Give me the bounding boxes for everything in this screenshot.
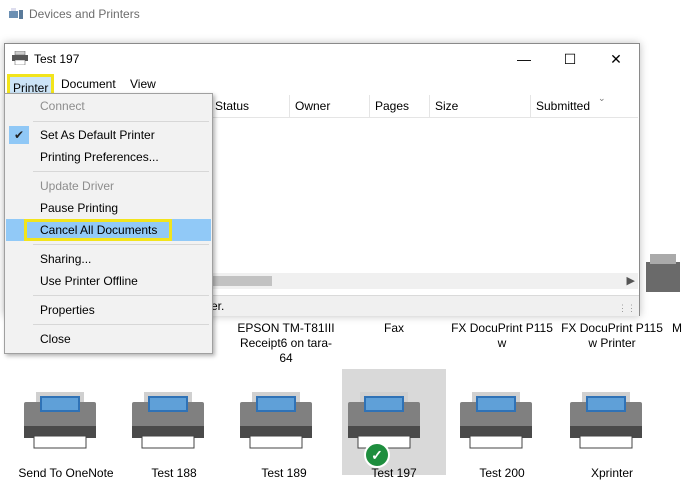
menu-item-pause-printing[interactable]: Pause Printing (6, 197, 211, 219)
menu-item-sharing[interactable]: Sharing... (6, 248, 211, 270)
menu-item-connect: Connect (40, 99, 85, 113)
device-fx-docuprint[interactable]: FX DocuPrint P115 w (450, 321, 554, 351)
menu-separator (33, 244, 209, 245)
printer-menu-dropdown: Connect ✔ Set As Default Printer Printin… (4, 93, 213, 354)
queue-titlebar[interactable]: Test 197 — ☐ ✕ (5, 44, 639, 74)
device-xprinter[interactable]: Xprinter (560, 466, 664, 481)
printer-icon (240, 392, 312, 449)
device-test-197[interactable]: Test 197 (342, 466, 446, 481)
column-size[interactable]: Size (430, 95, 531, 117)
printer-icon (12, 51, 28, 65)
menu-view[interactable]: View (124, 76, 162, 92)
menu-item-properties[interactable]: Properties (6, 299, 211, 321)
menu-item-cancel-all-documents[interactable]: Cancel All Documents (6, 219, 211, 241)
device-fx-docuprint-printer[interactable]: FX DocuPrint P115 w Printer (560, 321, 664, 351)
menu-separator (33, 324, 209, 325)
scrollbar-thumb[interactable] (210, 276, 272, 286)
menu-separator (33, 171, 209, 172)
menu-item-set-default[interactable]: ✔ Set As Default Printer (6, 124, 211, 146)
default-printer-check-icon: ✓ (364, 442, 390, 468)
device-fax[interactable]: Fax (342, 321, 446, 336)
menu-item-update-driver: Update Driver (40, 179, 115, 193)
resize-grip-icon[interactable]: ⋮⋮ (618, 303, 636, 314)
devices-printers-title: Devices and Printers (29, 7, 140, 21)
devices-printers-titlebar: Devices and Printers (0, 0, 684, 28)
column-pages[interactable]: Pages (370, 95, 430, 117)
devices-printers-icon (9, 8, 23, 19)
sort-chevron-icon: ⌄ (598, 93, 606, 103)
device-send-to-onenote[interactable]: Send To OneNote (14, 466, 118, 481)
queue-menubar: Printer Document View (5, 74, 639, 96)
close-button[interactable]: ✕ (593, 44, 639, 74)
scroll-right-arrow-icon[interactable]: ▶ (627, 273, 635, 289)
maximize-button[interactable]: ☐ (547, 44, 593, 74)
menu-item-use-offline[interactable]: Use Printer Offline (6, 270, 211, 292)
minimize-button[interactable]: — (501, 44, 547, 74)
queue-title: Test 197 (34, 52, 80, 66)
device-m[interactable]: M (672, 321, 684, 336)
device-test-188[interactable]: Test 188 (122, 466, 226, 481)
menu-separator (33, 121, 209, 122)
device-epson-tm[interactable]: EPSON TM-T81III Receipt6 on tara-64 (234, 321, 338, 366)
device-test-189[interactable]: Test 189 (232, 466, 336, 481)
column-owner[interactable]: Owner (290, 95, 370, 117)
printer-icon (570, 392, 642, 449)
printer-icon (132, 392, 204, 449)
column-status[interactable]: Status (210, 95, 290, 117)
queue-column-header: Status Owner Pages Size Submitted ⌄ (210, 93, 638, 118)
column-submitted[interactable]: Submitted (531, 95, 638, 117)
printer-icon (646, 254, 680, 292)
printer-icon (348, 392, 420, 449)
printer-icon (460, 392, 532, 449)
printer-icon (24, 392, 96, 449)
device-test-200[interactable]: Test 200 (450, 466, 554, 481)
menu-document[interactable]: Document (55, 76, 122, 92)
horizontal-scrollbar[interactable]: ▶ (210, 273, 638, 289)
menu-item-close[interactable]: Close (6, 328, 211, 350)
menu-separator (33, 295, 209, 296)
checkmark-icon: ✔ (9, 126, 29, 144)
menu-item-printing-preferences[interactable]: Printing Preferences... (6, 146, 211, 168)
